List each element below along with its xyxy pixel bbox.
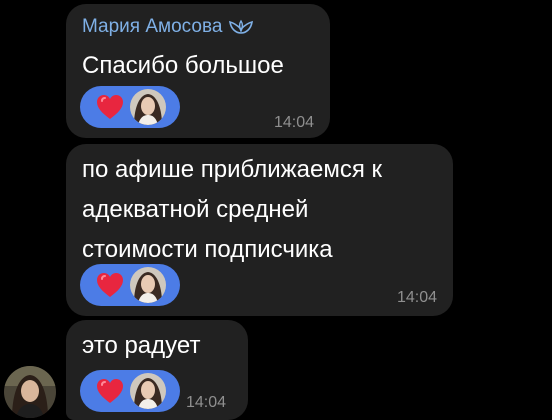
message-text: по афише приближаемся к адекватной средн… bbox=[82, 156, 383, 263]
sender-name[interactable]: Мария Амосова bbox=[82, 16, 222, 38]
message-text: Спасибо большое bbox=[82, 52, 284, 79]
message-bubble[interactable]: по афише приближаемся к адекватной средн… bbox=[66, 144, 453, 316]
heart-icon bbox=[97, 95, 123, 119]
heart-icon bbox=[97, 273, 123, 297]
message-time: 14:04 bbox=[396, 289, 437, 306]
sender-avatar[interactable] bbox=[4, 366, 56, 418]
premium-badge-icon bbox=[229, 19, 254, 34]
heart-icon bbox=[97, 379, 123, 403]
message-time: 14:04 bbox=[186, 394, 227, 411]
reactor-avatar bbox=[130, 373, 166, 409]
message-bubble[interactable]: это радует 14:04 bbox=[66, 320, 248, 420]
reaction-pill[interactable] bbox=[80, 370, 180, 412]
reaction-pill[interactable] bbox=[80, 86, 180, 128]
message-time: 14:04 bbox=[273, 114, 314, 131]
reaction-pill[interactable] bbox=[80, 264, 180, 306]
reactor-avatar bbox=[130, 89, 166, 125]
sender-name-row: Мария Амосова bbox=[82, 16, 254, 38]
reactor-avatar bbox=[130, 267, 166, 303]
message-bubble[interactable]: Мария Амосова Спасибо большое 14:04 bbox=[66, 4, 330, 138]
message-text: это радует bbox=[82, 332, 201, 359]
